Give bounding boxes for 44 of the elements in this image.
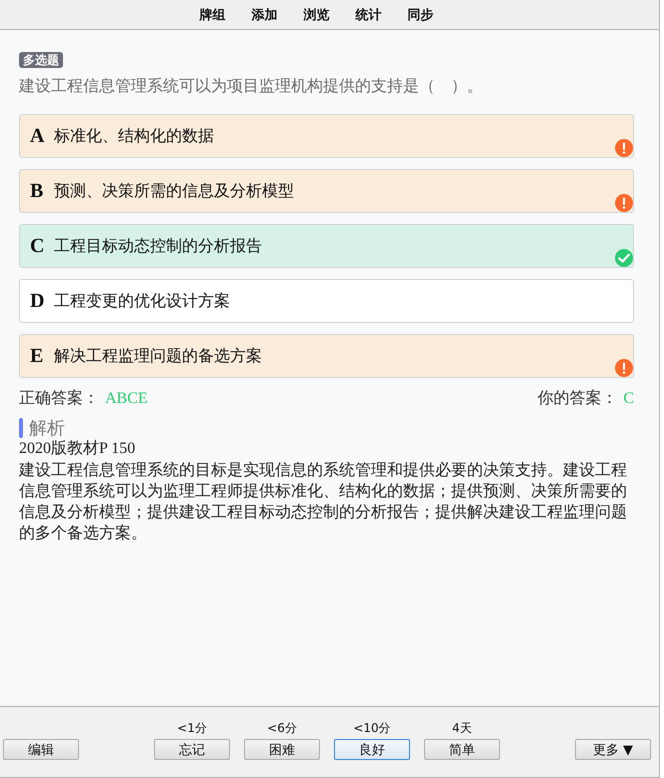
option-text: 标准化、结构化的数据 [54, 126, 214, 146]
toolbar-link[interactable]: 浏览 [304, 6, 330, 24]
check-icon [615, 249, 633, 267]
interval-label: 4天 [452, 721, 472, 735]
interval-label: <10分 [353, 721, 391, 735]
option-text: 解决工程监理问题的备选方案 [54, 346, 262, 366]
toolbar-link[interactable]: 牌组 [200, 6, 226, 24]
explanation-text: 建设工程信息管理系统的目标是实现信息的系统管理和提供必要的决策支持。建设工程信息管理系统可以为监理工程师提供标准化、结构化的数据；提供预测、决策所需要的信息及分析模型；提供建设工程目标动态控制的分析报告；提供解决建设工程监理问题的多个备选方案。 [19, 459, 628, 543]
edit-button[interactable]: 编辑 [3, 739, 79, 760]
option-text: 预测、决策所需的信息及分析模型 [54, 180, 294, 202]
correct-answer-label: 正确答案： [19, 388, 99, 407]
option-text: 工程目标动态控制的分析报告 [54, 236, 262, 256]
correct-answer-value: ABCE [105, 390, 148, 407]
answer-option[interactable]: C 工程目标动态控制的分析报告 [19, 224, 634, 268]
more-button[interactable]: 更多 ▼ [575, 739, 651, 760]
option-letter: D [30, 290, 46, 312]
answer-option[interactable]: A 标准化、结构化的数据 [19, 114, 634, 158]
option-text: 工程变更的优化设计方案 [54, 290, 230, 312]
toolbar-link[interactable]: 统计 [356, 6, 382, 24]
option-letter: E [30, 344, 44, 368]
exclamation-icon [615, 194, 633, 212]
answer-option[interactable]: D 工程变更的优化设计方案 [19, 279, 634, 323]
accent-bar-icon [19, 418, 23, 438]
answer-button[interactable]: 困难 [244, 739, 320, 760]
toolbar-link[interactable]: 同步 [408, 6, 434, 24]
exclamation-icon [615, 359, 633, 377]
toolbar-link[interactable]: 添加 [252, 6, 278, 24]
interval-label: <1分 [177, 721, 207, 735]
answer-button[interactable]: 良好 [334, 739, 410, 760]
answer-option[interactable]: B 预测、决策所需的信息及分析模型 [19, 169, 634, 213]
answer-button[interactable]: 忘记 [154, 739, 230, 760]
question-text: 建设工程信息管理系统可以为项目监理机构提供的支持是（ ）。 [19, 75, 484, 97]
answer-button[interactable]: 简单 [424, 739, 500, 760]
explanation-heading: 解析 [29, 417, 65, 440]
option-letter: B [30, 180, 44, 202]
interval-label: <6分 [267, 721, 297, 735]
your-answer-label: 你的答案： [537, 388, 618, 407]
exclamation-icon [615, 139, 633, 157]
option-letter: A [30, 124, 46, 148]
option-letter: C [30, 234, 46, 258]
question-type-badge: 多选题 [19, 52, 63, 68]
answer-option[interactable]: E 解决工程监理问题的备选方案 [19, 334, 634, 378]
source-reference: 2020版教材P 150 [19, 439, 136, 459]
your-answer-value: C [623, 390, 634, 407]
